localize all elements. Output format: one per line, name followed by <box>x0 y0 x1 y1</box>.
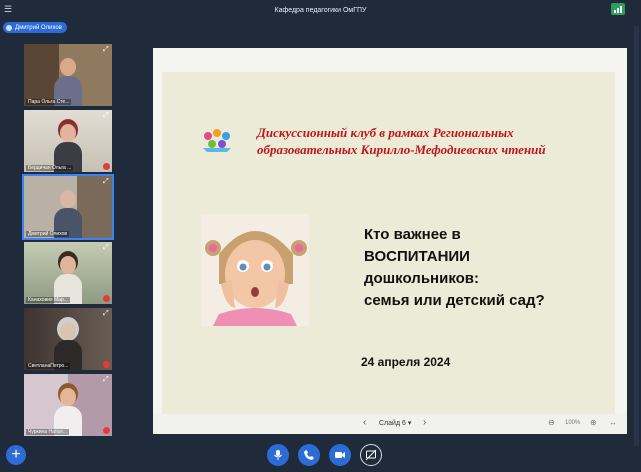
question-line: семья или детский сад? <box>364 292 545 309</box>
expand-icon[interactable]: ⤢ <box>103 46 110 53</box>
top-bar: ☰ Кафедра педагогики ОмГПУ <box>0 0 641 20</box>
zoom-in-icon[interactable]: ⊕ <box>590 418 597 427</box>
expand-icon[interactable]: ⤢ <box>103 310 110 317</box>
slide-date: 24 апреля 2024 <box>361 355 451 369</box>
participant-video <box>54 124 82 172</box>
camera-button[interactable] <box>329 444 351 466</box>
participant-video <box>54 58 82 106</box>
question-line: Кто важнее в <box>364 226 461 243</box>
microphone-icon <box>274 450 282 460</box>
participant-name: Чуркина Натал... <box>26 429 69 435</box>
participant-tile[interactable]: ⤢ Бердичан Ольга ... <box>24 110 112 172</box>
participant-name: Бердичан Ольга ... <box>26 165 74 171</box>
mic-muted-icon <box>103 163 110 170</box>
participant-tile[interactable]: ⤢ Пара Ольга Сте... <box>24 44 112 106</box>
participant-tile[interactable]: ⤢ Канаховия Мар... <box>24 242 112 304</box>
mic-muted-icon <box>103 361 110 368</box>
participant-name: Канаховия Мар... <box>26 297 70 303</box>
add-button[interactable]: + <box>6 445 26 465</box>
participant-name: Пара Ольга Сте... <box>26 99 72 105</box>
mic-muted-icon <box>103 427 110 434</box>
surprised-girl-image <box>201 214 309 326</box>
slide-question: Кто важнее в ВОСПИТАНИИ дошкольников: се… <box>364 224 624 312</box>
participant-tile[interactable]: ⤢ Дмитрий Олихов <box>22 174 114 240</box>
phone-icon <box>304 450 314 460</box>
club-title-line1: Дискуссионный клуб в рамках Региональных <box>257 125 514 140</box>
mic-muted-icon <box>103 295 110 302</box>
call-button[interactable] <box>298 444 320 466</box>
expand-icon[interactable]: ⤢ <box>103 112 110 119</box>
zoom-level: 100% <box>565 420 581 426</box>
connection-signal-icon[interactable] <box>611 3 625 15</box>
question-line: дошкольников: <box>364 270 480 287</box>
participant-name: Дмитрий Олихов <box>26 231 70 237</box>
presenter-name: Дмитрий Олихов <box>15 24 62 31</box>
club-title: Дискуссионный клуб в рамках Региональных… <box>257 124 617 158</box>
camera-icon <box>335 452 345 458</box>
club-title-line2: образовательных Кирилло-Мефодиевских чте… <box>257 142 546 157</box>
plus-icon: + <box>11 446 21 463</box>
slide-controls: ‹ Слайд 6 ▾ › ⊖ 100% ⊕ ↔ <box>153 414 627 434</box>
expand-icon[interactable]: ⤢ <box>103 376 110 383</box>
expand-icon[interactable]: ⤢ <box>103 244 110 251</box>
avatar-icon <box>6 24 12 31</box>
slide: Дискуссионный клуб в рамках Региональных… <box>162 72 615 434</box>
participant-video <box>54 256 82 304</box>
presentation-area: Дискуссионный клуб в рамках Региональных… <box>153 48 627 434</box>
zoom-out-icon[interactable]: ⊖ <box>548 418 555 427</box>
call-controls: + <box>0 437 641 472</box>
participant-video <box>54 322 82 370</box>
participant-name: СветланаПетро... <box>26 363 71 369</box>
screen-share-icon <box>365 449 377 461</box>
window-title: Кафедра педагогики ОмГПУ <box>274 6 367 14</box>
microphone-button[interactable] <box>267 444 289 466</box>
participants-toggle-icon[interactable]: ☰ <box>4 4 14 14</box>
fit-width-icon[interactable]: ↔ <box>609 418 617 427</box>
next-slide-icon[interactable]: › <box>423 417 426 428</box>
participant-video <box>54 388 82 436</box>
screen-share-button[interactable] <box>360 444 382 466</box>
club-logo-icon <box>203 129 231 152</box>
scrollbar[interactable] <box>634 26 639 446</box>
participant-tile[interactable]: ⤢ Чуркина Натал... <box>24 374 112 436</box>
question-line: ВОСПИТАНИИ <box>364 248 470 265</box>
slide-selector[interactable]: Слайд 6 ▾ <box>379 419 411 427</box>
prev-slide-icon[interactable]: ‹ <box>363 417 366 428</box>
presenter-badge[interactable]: Дмитрий Олихов <box>3 22 67 33</box>
expand-icon[interactable]: ⤢ <box>103 178 110 185</box>
participant-tile[interactable]: ⤢ СветланаПетро... <box>24 308 112 370</box>
participant-video <box>54 190 82 238</box>
slide-number: Слайд 6 <box>379 420 406 427</box>
